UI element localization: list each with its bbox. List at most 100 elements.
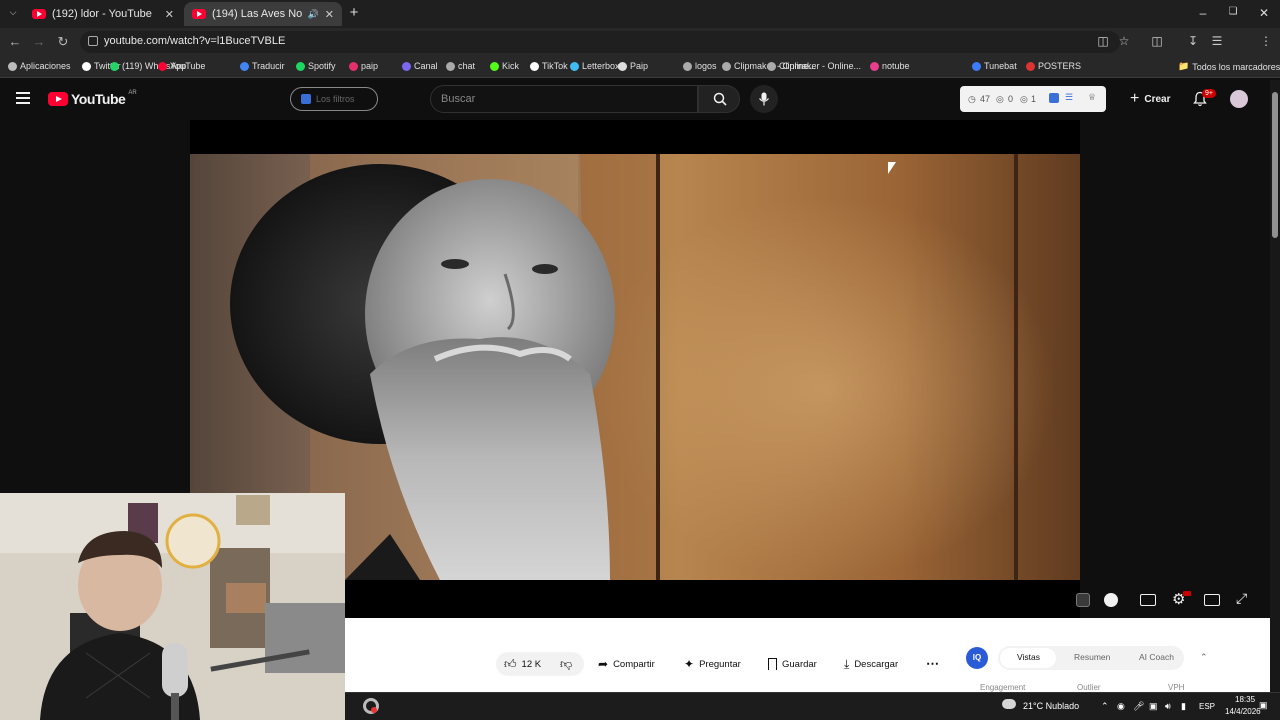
iq-stats-widget[interactable]: ◷ 47 ◎ 0 ◎ 1 ☰ ♕ bbox=[960, 86, 1106, 112]
bookmark-item[interactable]: notube bbox=[870, 61, 910, 71]
bookmark-star-icon[interactable]: ☆ bbox=[1115, 34, 1133, 48]
page-scrollbar[interactable] bbox=[1270, 80, 1280, 692]
browser-tab-1[interactable]: (192) ldor - YouTube ✕ bbox=[24, 2, 182, 26]
chevron-up-icon[interactable]: ⌃ bbox=[1101, 701, 1109, 712]
new-tab-button[interactable]: + bbox=[346, 4, 362, 22]
thumbs-up-icon: 👍︎ bbox=[504, 656, 517, 671]
more-actions-button[interactable]: ⋯ bbox=[926, 656, 939, 672]
reload-icon[interactable]: ↻ bbox=[54, 34, 72, 50]
ask-button[interactable]: ✦ Preguntar bbox=[684, 656, 741, 672]
bookmark-item[interactable]: Canal bbox=[402, 61, 438, 71]
dislike-button[interactable]: 👎︎ bbox=[560, 656, 572, 672]
search-input[interactable]: Buscar bbox=[430, 85, 698, 113]
close-window-icon[interactable]: ✕ bbox=[1249, 6, 1279, 20]
bookmark-item[interactable]: Letterboxd bbox=[570, 61, 625, 71]
account-avatar[interactable] bbox=[1230, 90, 1248, 108]
microphone-tray-icon[interactable]: 🎤︎ bbox=[1133, 701, 1144, 712]
kick-icon bbox=[490, 61, 499, 71]
iq-logo-icon[interactable] bbox=[1076, 593, 1090, 607]
subtitles-icon[interactable] bbox=[1140, 594, 1156, 606]
folder-icon: 📁 bbox=[1178, 61, 1190, 71]
list-icon[interactable]: ☰ bbox=[1065, 92, 1073, 103]
back-arrow-icon[interactable]: ← bbox=[6, 34, 24, 49]
extensions-icon[interactable]: ◫ bbox=[1148, 34, 1166, 48]
hamburger-menu-icon[interactable] bbox=[16, 92, 30, 104]
autoplay-toggle-icon[interactable] bbox=[1104, 593, 1118, 607]
fullscreen-icon[interactable]: ⤢ bbox=[1236, 590, 1247, 607]
youtube-favicon-icon bbox=[192, 9, 206, 19]
weather-icon[interactable] bbox=[1002, 699, 1016, 709]
chrome-tray-icon[interactable]: ◉ bbox=[1117, 701, 1125, 712]
clock-time[interactable]: 18:35 bbox=[1235, 695, 1255, 704]
all-bookmarks-folder[interactable]: 📁 Todos los marcadores bbox=[1178, 61, 1280, 72]
search-button[interactable] bbox=[698, 85, 740, 113]
download-button[interactable]: ⤓ Descargar bbox=[844, 656, 898, 672]
bookmark-label: Kick bbox=[502, 61, 520, 71]
speaker-icon[interactable]: 🔊 bbox=[308, 9, 319, 20]
scrollbar-thumb[interactable] bbox=[1272, 92, 1278, 238]
translate-icon bbox=[240, 61, 249, 71]
windows-taskbar: 21°C Nublado ⌃ ◉ 🎤︎ ▣ 🔊︎ ▮ ESP 18:35 14/… bbox=[345, 692, 1280, 720]
minimize-window-icon[interactable]: – bbox=[1188, 6, 1218, 20]
letterboxd-icon bbox=[570, 61, 579, 71]
bookmark-item[interactable]: YouTube bbox=[158, 61, 205, 71]
bookmark-item[interactable]: Kick bbox=[490, 61, 519, 71]
bookmark-item[interactable]: TikTok bbox=[530, 61, 568, 71]
download-label: Descargar bbox=[854, 658, 899, 670]
language-indicator[interactable]: ESP bbox=[1199, 702, 1215, 711]
iq-tab-ai-coach[interactable]: AI Coach bbox=[1139, 652, 1174, 662]
trophy-icon[interactable]: ♕ bbox=[1088, 92, 1096, 103]
youtube-logo[interactable]: YouTube AR bbox=[48, 90, 137, 107]
mouse-cursor-icon bbox=[888, 162, 896, 174]
download-icon: ⤓ bbox=[844, 656, 850, 671]
restore-window-icon[interactable]: ❏ bbox=[1218, 6, 1248, 17]
media-control-icon[interactable]: ☰ bbox=[1208, 34, 1226, 48]
clock-date[interactable]: 14/4/2026 bbox=[1225, 707, 1261, 716]
bookmark-item[interactable]: POSTERS bbox=[1026, 61, 1081, 71]
close-tab-icon[interactable]: ✕ bbox=[325, 8, 334, 21]
share-button[interactable]: ➦ Compartir bbox=[598, 656, 655, 672]
notube-icon bbox=[870, 61, 879, 71]
bookmark-label: Clipmaker - Online... bbox=[779, 61, 862, 71]
bookmarks-bar: Aplicaciones Twitter (119) WhatsApp YouTube… bbox=[0, 56, 1280, 78]
miniplayer-icon[interactable] bbox=[1204, 594, 1220, 606]
iq-logo-icon[interactable] bbox=[1049, 93, 1059, 103]
address-bar[interactable]: youtube.com/watch?v=l1BuceTVBLE bbox=[80, 31, 1120, 53]
notification-center-icon[interactable]: ▣ bbox=[1259, 700, 1268, 711]
bookmark-item[interactable]: Tunebat bbox=[972, 61, 1017, 71]
usb-icon[interactable]: ▮ bbox=[1181, 701, 1186, 712]
close-tab-icon[interactable]: ✕ bbox=[165, 8, 174, 21]
network-icon[interactable]: ▣ bbox=[1149, 701, 1158, 712]
iq-filters-pill[interactable]: Los filtros bbox=[290, 87, 378, 111]
bookmark-item[interactable]: paip bbox=[349, 61, 378, 71]
bookmark-item[interactable]: Paip bbox=[618, 61, 648, 71]
weather-text[interactable]: 21°C Nublado bbox=[1023, 701, 1079, 711]
share-arrow-icon: ➦ bbox=[598, 657, 609, 671]
save-button[interactable]: Guardar bbox=[768, 656, 817, 672]
youtube-play-logo-icon bbox=[48, 92, 68, 106]
install-app-icon[interactable]: ◫ bbox=[1094, 34, 1112, 48]
tab-list-dropdown[interactable]: ⌵ bbox=[6, 7, 20, 21]
bookmark-item[interactable]: Traducir bbox=[240, 61, 285, 71]
more-menu-icon[interactable]: ⋮ bbox=[1257, 34, 1275, 48]
bookmark-item[interactable]: Spotify bbox=[296, 61, 336, 71]
voice-search-button[interactable] bbox=[750, 85, 778, 113]
chevron-up-icon[interactable]: ⌃ bbox=[1200, 652, 1208, 663]
create-button[interactable]: + Crear bbox=[1124, 85, 1180, 113]
download-icon[interactable]: ↧ bbox=[1184, 34, 1202, 48]
forward-arrow-icon[interactable]: → bbox=[30, 34, 48, 49]
browser-tab-2-active[interactable]: (194) Las Aves No Cantan e... 🔊 ✕ bbox=[184, 2, 342, 26]
bookmark-item[interactable]: chat bbox=[446, 61, 475, 71]
iq-tab-resumen[interactable]: Resumen bbox=[1074, 652, 1110, 662]
bookmark-item[interactable]: Clipmaker - Online... bbox=[767, 61, 861, 71]
outlier-label: Outlier bbox=[1077, 683, 1101, 692]
bookmark-item[interactable]: Aplicaciones bbox=[8, 61, 71, 71]
iq-panel-logo-icon[interactable]: IQ bbox=[966, 647, 988, 669]
globe-icon bbox=[722, 61, 731, 71]
iq-tab-vistas[interactable]: Vistas bbox=[1017, 652, 1040, 662]
apps-grid-icon bbox=[8, 61, 17, 71]
bookmark-item[interactable]: logos bbox=[683, 61, 717, 71]
site-info-icon[interactable] bbox=[88, 36, 98, 46]
like-button[interactable]: 👍︎ 12 K bbox=[504, 656, 541, 672]
volume-icon[interactable]: 🔊︎ bbox=[1165, 701, 1171, 712]
